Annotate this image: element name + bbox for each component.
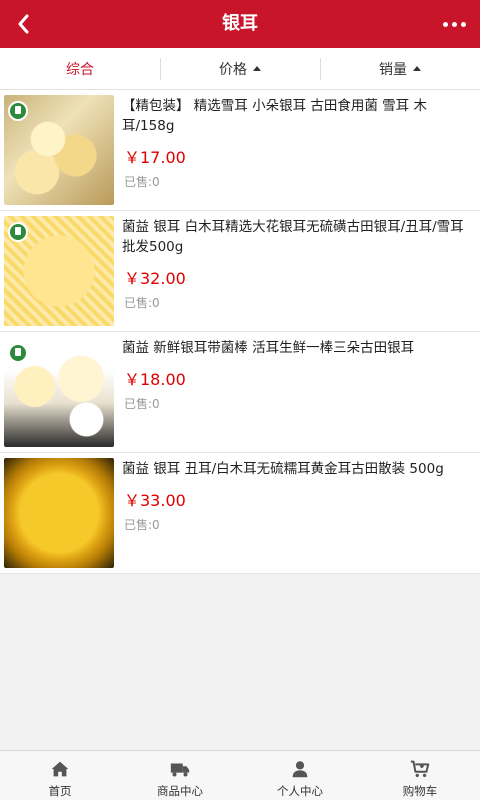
- tab-label: 商品中心: [157, 784, 203, 798]
- sort-label: 销量: [379, 61, 407, 78]
- product-price: ￥17.00: [124, 148, 186, 167]
- product-item[interactable]: 【精包装】 精选雪耳 小朵银耳 古田食用菌 雪耳 木耳/158g ￥17.00 …: [0, 90, 480, 211]
- product-item[interactable]: 菌益 银耳 白木耳精选大花银耳无硫磺古田银耳/丑耳/雪耳批发500g ￥32.0…: [0, 211, 480, 332]
- product-price: ￥33.00: [124, 491, 186, 510]
- more-dots-icon: [442, 21, 448, 27]
- product-name[interactable]: 菌益 银耳 丑耳/白木耳无硫糯耳黄金耳古田散装 500g: [122, 459, 474, 479]
- product-sold: 已售:0: [124, 397, 160, 411]
- top-bar: 银耳: [0, 0, 480, 48]
- more-button[interactable]: [438, 8, 470, 40]
- product-image[interactable]: [4, 337, 114, 447]
- tab-home[interactable]: 首页: [0, 751, 120, 800]
- user-icon: [292, 761, 308, 778]
- brand-logo-icon: [8, 222, 28, 242]
- sort-bar: 综合 价格 销量: [0, 48, 480, 90]
- product-sold: 已售:0: [124, 518, 160, 532]
- product-name[interactable]: 菌益 银耳 白木耳精选大花银耳无硫磺古田银耳/丑耳/雪耳批发500g: [122, 217, 474, 257]
- tab-label: 首页: [48, 784, 72, 798]
- truck-icon: [170, 763, 190, 777]
- product-image[interactable]: [4, 95, 114, 205]
- product-image[interactable]: [4, 216, 114, 326]
- product-name[interactable]: 【精包装】 精选雪耳 小朵银耳 古田食用菌 雪耳 木耳/158g: [122, 96, 474, 136]
- product-price: ￥18.00: [124, 370, 186, 389]
- tab-profile[interactable]: 个人中心: [240, 751, 360, 800]
- product-sold: 已售:0: [124, 296, 160, 310]
- brand-logo-icon: [8, 101, 28, 121]
- tab-label: 购物车: [402, 784, 438, 798]
- more-dot: [460, 21, 466, 27]
- sort-label: 价格: [219, 61, 247, 78]
- product-name[interactable]: 菌益 新鲜银耳带菌棒 活耳生鲜一棒三朵古田银耳: [122, 338, 474, 358]
- product-sold: 已售:0: [124, 175, 160, 189]
- product-list: 【精包装】 精选雪耳 小朵银耳 古田食用菌 雪耳 木耳/158g ￥17.00 …: [0, 90, 480, 574]
- product-price: ￥32.00: [124, 269, 186, 288]
- product-item[interactable]: 菌益 新鲜银耳带菌棒 活耳生鲜一棒三朵古田银耳 ￥18.00 已售:0: [0, 332, 480, 453]
- tab-label: 个人中心: [277, 784, 323, 798]
- sort-comprehensive[interactable]: 综合: [0, 48, 160, 89]
- home-icon: [51, 761, 69, 777]
- page-title: 银耳: [222, 13, 258, 34]
- sort-price[interactable]: 价格: [160, 48, 320, 89]
- more-dot: [451, 21, 457, 27]
- tab-cart[interactable]: 购物车: [360, 751, 480, 800]
- product-item[interactable]: 菌益 银耳 丑耳/白木耳无硫糯耳黄金耳古田散装 500g ￥33.00 已售:0: [0, 453, 480, 574]
- sort-label: 综合: [66, 61, 94, 78]
- tab-products[interactable]: 商品中心: [120, 751, 240, 800]
- cart-icon: [410, 760, 430, 778]
- sort-sales[interactable]: 销量: [320, 48, 480, 89]
- brand-logo-icon: [8, 343, 28, 363]
- product-image[interactable]: [4, 458, 114, 568]
- caret-up-icon: [253, 66, 261, 71]
- bottom-tab-bar: 首页 商品中心 个人中心 购物车: [0, 750, 480, 800]
- caret-up-icon: [413, 66, 421, 71]
